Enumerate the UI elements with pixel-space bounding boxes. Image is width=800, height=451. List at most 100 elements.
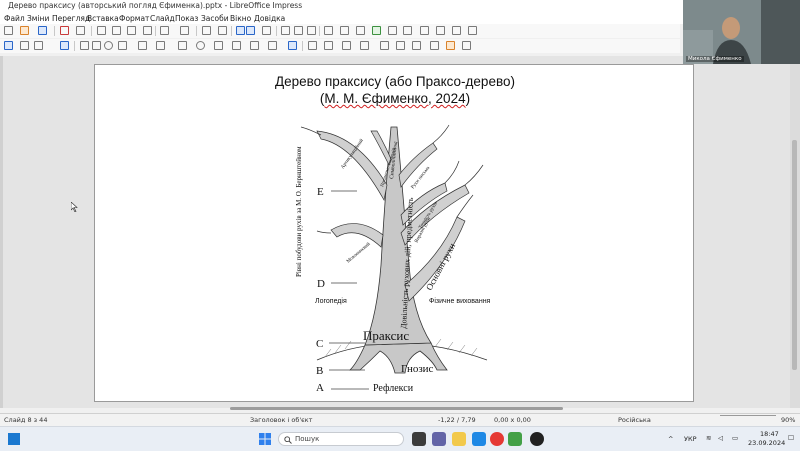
chart-icon[interactable] <box>403 26 412 35</box>
rotate-icon[interactable] <box>308 41 317 50</box>
duplicate-slide-icon[interactable] <box>294 26 303 35</box>
menu-help[interactable]: Довідка <box>254 14 285 23</box>
menu-window[interactable]: Вікно <box>230 14 251 23</box>
basic-shapes-icon[interactable] <box>178 41 187 50</box>
fill-color-icon[interactable] <box>60 41 69 50</box>
callouts-icon[interactable] <box>250 41 259 50</box>
filter-icon[interactable] <box>412 41 421 50</box>
crop-icon[interactable] <box>396 41 405 50</box>
special-character-icon[interactable] <box>436 26 445 35</box>
cut-icon[interactable] <box>97 26 106 35</box>
slide-layout-icon[interactable] <box>324 26 333 35</box>
stars-icon[interactable] <box>268 41 277 50</box>
media-player-icon[interactable] <box>530 432 544 446</box>
praxis-tree-diagram: Рівні побудови рухів за М. О. Бернштейно… <box>295 124 491 394</box>
task-view-icon[interactable] <box>412 432 426 446</box>
save-icon[interactable] <box>38 26 47 35</box>
webcam-overlay[interactable]: Микола Єфименко <box>683 0 800 64</box>
ellipse-icon[interactable] <box>104 41 113 50</box>
redo-icon[interactable] <box>180 26 189 35</box>
teams-icon[interactable] <box>432 432 446 446</box>
arrow-line-icon[interactable] <box>118 41 127 50</box>
status-language[interactable]: Російська <box>618 416 651 424</box>
symbol-shapes-icon[interactable] <box>196 41 205 50</box>
shadow-icon[interactable] <box>380 41 389 50</box>
find-replace-icon[interactable] <box>202 26 211 35</box>
vertical-scroll-thumb[interactable] <box>792 140 797 370</box>
align-icon[interactable] <box>324 41 333 50</box>
libreoffice-icon[interactable] <box>508 432 522 446</box>
toggle-extrusion-icon[interactable] <box>462 41 471 50</box>
logopedia-label: Логопедія <box>315 297 347 305</box>
line-color-icon[interactable] <box>34 41 43 50</box>
line-icon[interactable] <box>80 41 89 50</box>
display-grid-icon[interactable] <box>236 26 245 35</box>
reflexes-label: Рефлекси <box>373 383 414 394</box>
undo-icon[interactable] <box>160 26 169 35</box>
wifi-icon[interactable]: ≋ <box>706 434 711 442</box>
notifications-icon[interactable]: ☐ <box>788 434 794 442</box>
distribute-icon[interactable] <box>360 41 369 50</box>
paste-icon[interactable] <box>127 26 136 35</box>
clone-formatting-icon[interactable] <box>143 26 152 35</box>
weather-icon[interactable] <box>8 433 20 445</box>
helplines-icon[interactable] <box>246 26 255 35</box>
menu-slide[interactable]: Слайд <box>150 14 175 23</box>
taskbar-search[interactable]: Пошук <box>278 432 404 446</box>
print-icon[interactable] <box>76 26 85 35</box>
chrome-icon[interactable] <box>490 432 504 446</box>
hyperlink-icon[interactable] <box>468 26 477 35</box>
points-icon[interactable] <box>430 41 439 50</box>
delete-slide-icon[interactable] <box>307 26 316 35</box>
windows-start-icon[interactable] <box>258 432 272 446</box>
table-icon[interactable] <box>356 26 365 35</box>
gnosis-label: Гнозис <box>401 363 434 375</box>
fontwork-icon[interactable] <box>452 26 461 35</box>
file-explorer-icon[interactable] <box>452 432 466 446</box>
copy-icon[interactable] <box>112 26 121 35</box>
media-icon[interactable] <box>388 26 397 35</box>
menu-tools[interactable]: Засоби <box>201 14 229 23</box>
open-folder-icon[interactable] <box>20 26 29 35</box>
start-show-icon[interactable] <box>340 26 349 35</box>
slide-canvas[interactable]: Дерево праксису (або Праксо-дерево) (М. … <box>94 64 694 402</box>
new-slide-icon[interactable] <box>281 26 290 35</box>
clock-time[interactable]: 18:47 <box>760 430 779 438</box>
menu-file[interactable]: Файл <box>4 14 25 23</box>
master-slide-icon[interactable] <box>262 26 271 35</box>
image-icon[interactable] <box>372 26 381 35</box>
new-document-icon[interactable] <box>4 26 13 35</box>
status-zoom[interactable]: 90% <box>781 416 795 424</box>
mail-icon[interactable] <box>472 432 486 446</box>
speaker-icon[interactable]: ◁ <box>718 434 723 442</box>
menu-show[interactable]: Показ <box>175 14 198 23</box>
level-b-label: B <box>316 365 323 377</box>
arrange-icon[interactable] <box>342 41 351 50</box>
menu-view[interactable]: Перегляд <box>52 14 90 23</box>
menu-insert[interactable]: Вставка <box>87 14 119 23</box>
battery-icon[interactable]: ▭ <box>732 434 738 442</box>
search-icon <box>284 436 292 444</box>
3d-objects-icon[interactable] <box>288 41 297 50</box>
spelling-icon[interactable] <box>218 26 227 35</box>
connector-icon[interactable] <box>156 41 165 50</box>
slide-pane-collapsed[interactable] <box>0 56 3 408</box>
keyboard-language[interactable]: УКР <box>684 435 697 443</box>
textbox-icon[interactable] <box>420 26 429 35</box>
block-arrows-icon[interactable] <box>214 41 223 50</box>
horizontal-scroll-thumb[interactable] <box>230 407 563 410</box>
menu-format[interactable]: Формат <box>119 14 149 23</box>
tray-chevron-icon[interactable]: ^ <box>668 435 673 443</box>
curve-icon[interactable] <box>138 41 147 50</box>
zoom-pan-icon[interactable] <box>20 41 29 50</box>
flowchart-icon[interactable] <box>232 41 241 50</box>
phys-ed-label: Фізичне виховання <box>429 297 491 305</box>
select-tool-icon[interactable] <box>4 41 13 50</box>
rectangle-icon[interactable] <box>92 41 101 50</box>
level-a-label: A <box>316 382 324 394</box>
menu-edit[interactable]: Зміни <box>27 14 49 23</box>
glue-points-icon[interactable] <box>446 41 455 50</box>
branch-speech-label: Мовленнєвий <box>346 242 372 265</box>
clock-date[interactable]: 23.09.2024 <box>748 439 785 447</box>
export-pdf-icon[interactable] <box>60 26 69 35</box>
